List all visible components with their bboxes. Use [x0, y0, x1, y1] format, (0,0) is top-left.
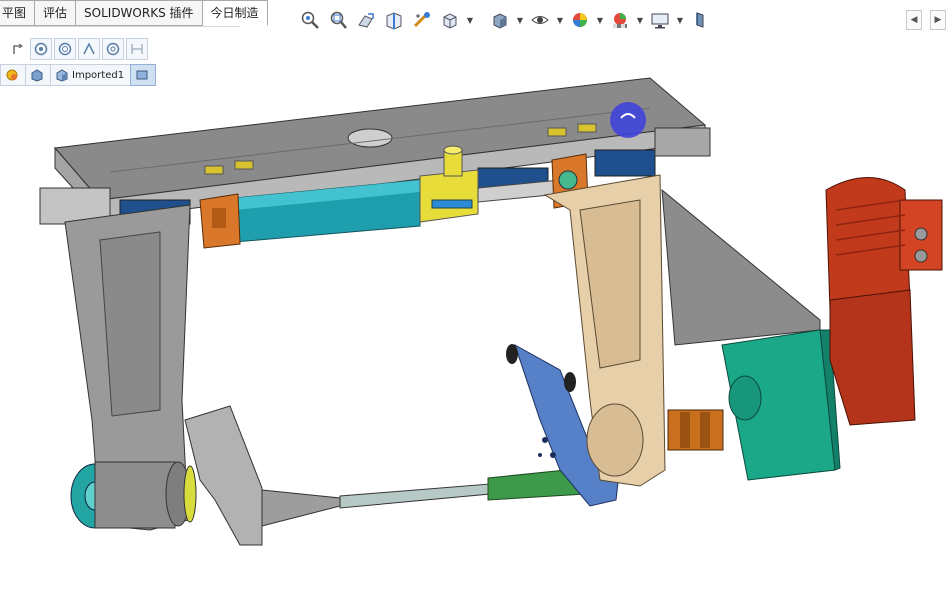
- left-frame: [64, 204, 263, 546]
- gearbox: [721, 329, 841, 481]
- model-viewport[interactable]: [0, 0, 950, 594]
- coupling: [667, 409, 724, 451]
- rotation-cursor-icon: [610, 102, 646, 138]
- motor: [825, 177, 943, 426]
- drive-shaft: [261, 467, 586, 527]
